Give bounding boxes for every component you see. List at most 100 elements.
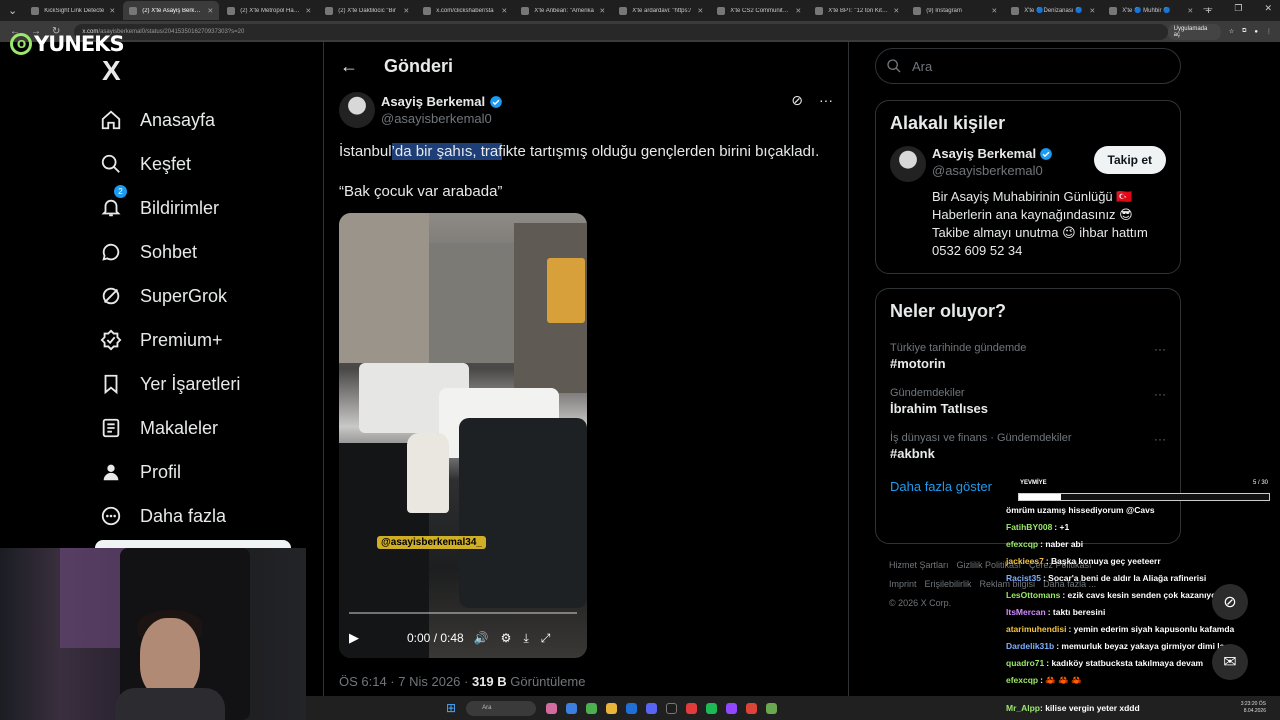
tab-close-icon[interactable]: ✕	[403, 7, 409, 15]
app-icon[interactable]	[546, 702, 558, 714]
windows-start-icon[interactable]: ⊞	[446, 701, 456, 715]
more-options-icon[interactable]: ···	[1154, 342, 1166, 356]
taskbar-search[interactable]: Ara	[466, 700, 537, 716]
app-icon[interactable]	[766, 702, 778, 714]
chat-username[interactable]: Mr_Alpp	[1006, 703, 1040, 713]
taskbar-clock[interactable]: 3:23:20 ÖS 8.04.2026	[1241, 701, 1266, 715]
grok-icon[interactable]: ⊘	[791, 92, 803, 109]
chat-username[interactable]: quadro71	[1006, 658, 1044, 668]
tab-close-icon[interactable]: ✕	[1089, 7, 1095, 15]
browser-tab[interactable]: X'te CS2 Community: " ✕	[711, 1, 807, 20]
x-logo[interactable]: X	[102, 55, 121, 87]
related-person[interactable]: Asayiş Berkemal @asayisberkemal0 Takip e…	[876, 146, 1180, 272]
tab-close-icon[interactable]: ✕	[697, 7, 703, 15]
browser-tab[interactable]: X'te 🔵 Muhbir 🔵 ✕	[1103, 1, 1199, 20]
sidebar-item-search[interactable]: Keşfet	[100, 142, 240, 186]
chat-username[interactable]: jackiees7	[1006, 556, 1044, 566]
post-button[interactable]	[95, 540, 291, 548]
steam-icon[interactable]	[666, 702, 678, 714]
sidebar-item-bookmark[interactable]: Yer İşaretleri	[100, 362, 240, 406]
tab-close-icon[interactable]: ✕	[1187, 7, 1193, 15]
browser-tab[interactable]: (2) X'te Daktilocic "Bir ✕	[319, 1, 415, 20]
discord-icon[interactable]	[646, 702, 658, 714]
browser-tab[interactable]: (2) X'te Metropol Habe ✕	[221, 1, 317, 20]
tab-close-icon[interactable]: ✕	[599, 7, 605, 15]
open-in-app-button[interactable]: Uygulamada aç	[1167, 23, 1221, 40]
tab-close-icon[interactable]: ✕	[991, 7, 997, 15]
chat-username[interactable]: efexcqp	[1006, 675, 1038, 685]
related-handle[interactable]: @asayisberkemal0	[932, 163, 1053, 178]
post-timestamp[interactable]: ÖS 6:14 · 7 Nis 2026 ·	[339, 674, 472, 689]
follow-button[interactable]: Takip et	[1093, 146, 1166, 174]
author-name[interactable]: Asayiş Berkemal	[381, 94, 485, 109]
footer-link[interactable]: Imprint	[889, 579, 917, 589]
volume-icon[interactable]: 🔊	[474, 631, 489, 646]
post-author[interactable]: Asayiş Berkemal @asayisberkemal0	[339, 92, 848, 128]
chat-username[interactable]: Racist35	[1006, 573, 1041, 583]
sidebar-item-article[interactable]: Makaleler	[100, 406, 240, 450]
url-input[interactable]: x.com/asayisberkemal0/status/20415350162…	[74, 23, 1168, 40]
footer-link[interactable]: Erişilebilirlik	[925, 579, 972, 589]
settings-icon[interactable]: ⚙	[501, 631, 512, 646]
spotify-icon[interactable]	[706, 702, 718, 714]
sidebar-item-bell[interactable]: 2 Bildirimler	[100, 185, 240, 230]
author-handle[interactable]: @asayisberkemal0	[381, 111, 503, 126]
browser-tab[interactable]: X'te ardardavi: "https:/ ✕	[613, 1, 709, 20]
sidebar-item-profile[interactable]: Profil	[100, 450, 240, 494]
tab-close-icon[interactable]: ✕	[501, 7, 507, 15]
footer-link[interactable]: © 2026 X Corp.	[889, 598, 951, 608]
chat-username[interactable]: LesOttomans	[1006, 590, 1060, 600]
related-name[interactable]: Asayiş Berkemal	[932, 146, 1036, 161]
trend-item[interactable]: Türkiye tarihinde gündemde #motorin ···	[876, 334, 1180, 379]
close-icon[interactable]: ✕	[1264, 3, 1272, 14]
profile-icon[interactable]: ●	[1254, 29, 1258, 35]
avatar[interactable]	[890, 146, 926, 182]
tab-close-icon[interactable]: ✕	[893, 7, 899, 15]
app-icon[interactable]	[626, 702, 638, 714]
play-icon[interactable]: ▶	[349, 630, 359, 646]
maximize-icon[interactable]: ❐	[1234, 3, 1242, 14]
back-arrow-icon[interactable]: ←	[340, 56, 358, 77]
tab-close-icon[interactable]: ✕	[207, 7, 213, 15]
search-input[interactable]: Ara	[875, 48, 1181, 84]
chrome-icon[interactable]	[586, 702, 598, 714]
trend-item[interactable]: İş dünyası ve finans · Gündemdekiler #akb…	[876, 424, 1180, 469]
fullscreen-icon[interactable]: ⤢	[541, 631, 551, 646]
chat-username[interactable]: FatihBY008	[1006, 522, 1052, 532]
folder-icon[interactable]	[606, 702, 618, 714]
video-progress[interactable]	[349, 612, 577, 614]
sidebar-item-more[interactable]: Daha fazla	[100, 494, 240, 538]
minimize-icon[interactable]: —	[1203, 3, 1212, 14]
browser-tab[interactable]: (9) Instagram ✕	[907, 1, 1003, 20]
extensions-icon[interactable]: ⧉	[1242, 28, 1246, 35]
app-icon[interactable]	[726, 702, 738, 714]
browser-tab[interactable]: KickSight Link Detecte ✕	[25, 1, 121, 20]
chat-username[interactable]: efexcqp	[1006, 539, 1038, 549]
browser-tab[interactable]: x.com/clickshaber/sta ✕	[417, 1, 513, 20]
sidebar-item-premium[interactable]: Premium+	[100, 318, 240, 362]
browser-tab[interactable]: X'te BPT: "12 ton KitKa ✕	[809, 1, 905, 20]
post-video[interactable]: @asayisberkemal34_ ▶ 0:00 / 0:48 🔊 ⚙ ⤓ ⤢	[339, 213, 587, 658]
sidebar-item-chat[interactable]: Sohbet	[100, 230, 240, 274]
trend-item[interactable]: Gündemdekiler İbrahim Tatlıses ···	[876, 379, 1180, 424]
messages-float-icon[interactable]: ✉	[1212, 644, 1248, 680]
more-options-icon[interactable]: ···	[1154, 432, 1166, 446]
tab-close-icon[interactable]: ✕	[305, 7, 311, 15]
browser-tab[interactable]: X'te Anbean: "Amerika ✕	[515, 1, 611, 20]
chat-username[interactable]: atarimuhendisi	[1006, 624, 1066, 634]
sidebar-item-home[interactable]: Anasayfa	[100, 98, 240, 142]
app-icon[interactable]	[686, 702, 698, 714]
tab-list-icon[interactable]: ⌄	[8, 4, 17, 17]
avatar[interactable]	[339, 92, 375, 128]
chat-username[interactable]: ItsMercan	[1006, 607, 1046, 617]
star-icon[interactable]: ☆	[1229, 28, 1234, 35]
browser-tab[interactable]: X'te 🔵Denizanası 🔵 ✕	[1005, 1, 1101, 20]
menu-icon[interactable]: ⋮	[1266, 28, 1272, 35]
browser-tab[interactable]: (2) X'te Asayiş Berkem ✕	[123, 1, 220, 20]
tab-close-icon[interactable]: ✕	[795, 7, 801, 15]
more-options-icon[interactable]: ···	[1154, 387, 1166, 401]
grok-float-icon[interactable]: ⊘	[1212, 584, 1248, 620]
tab-close-icon[interactable]: ✕	[109, 7, 115, 15]
download-icon[interactable]: ⤓	[523, 631, 528, 646]
footer-link[interactable]: Hizmet Şartları	[889, 560, 949, 570]
